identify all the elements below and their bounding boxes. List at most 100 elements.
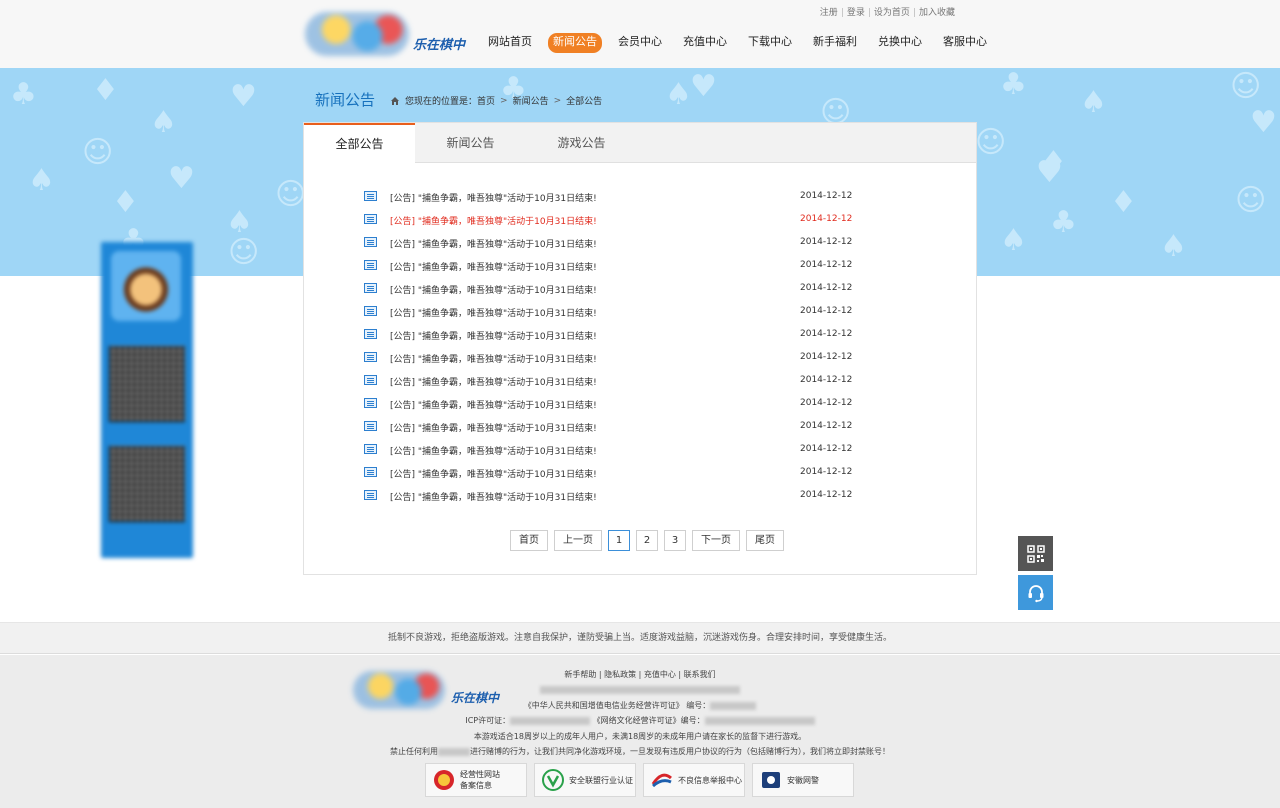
app-avatar: [111, 251, 181, 321]
news-title[interactable]: [公告] "捕鱼争霸，唯吾独尊"活动于10月31日结束!: [390, 467, 597, 480]
smile-icon: ☺: [1230, 69, 1262, 104]
list-item[interactable]: [公告] "捕鱼争霸，唯吾独尊"活动于10月31日结束! 2014-12-12: [364, 187, 864, 210]
news-list: [公告] "捕鱼争霸，唯吾独尊"活动于10月31日结束! 2014-12-12 […: [364, 187, 864, 509]
set-homepage-link[interactable]: 设为首页: [874, 8, 910, 18]
list-item[interactable]: [公告] "捕鱼争霸，唯吾独尊"活动于10月31日结束! 2014-12-12: [364, 302, 864, 325]
news-title[interactable]: [公告] "捕鱼争霸，唯吾独尊"活动于10月31日结束!: [390, 283, 597, 296]
prev-page-button[interactable]: 上一页: [554, 530, 602, 551]
register-link[interactable]: 注册: [820, 8, 838, 18]
smile-icon: ☺: [228, 235, 260, 270]
document-icon: [364, 191, 377, 201]
document-icon: [364, 260, 377, 270]
qr-code-icon: [1026, 544, 1045, 563]
tab-all-announcements[interactable]: 全部公告: [304, 123, 415, 164]
tab-news-announcements[interactable]: 新闻公告: [415, 123, 526, 163]
news-title[interactable]: [公告] "捕鱼争霸，唯吾独尊"活动于10月31日结束!: [390, 260, 597, 273]
list-item[interactable]: [公告] "捕鱼争霸，唯吾独尊"活动于10月31日结束! 2014-12-12: [364, 348, 864, 371]
spade-icon: ♠: [1080, 85, 1107, 120]
document-icon: [364, 283, 377, 293]
list-item[interactable]: [公告] "捕鱼争霸，唯吾独尊"活动于10月31日结束! 2014-12-12: [364, 279, 864, 302]
first-page-button[interactable]: 首页: [510, 530, 548, 551]
badge-security-alliance[interactable]: 安全联盟行业认证: [534, 763, 636, 797]
badge-report-center[interactable]: 不良信息举报中心: [643, 763, 745, 797]
news-date: 2014-12-12: [800, 444, 853, 454]
badge-site-record[interactable]: 经营性网站 备案信息: [425, 763, 527, 797]
recharge-link[interactable]: 充值中心: [644, 670, 676, 679]
breadcrumb-home[interactable]: 首页: [477, 94, 495, 107]
last-page-button[interactable]: 尾页: [746, 530, 784, 551]
news-title[interactable]: [公告] "捕鱼争霸，唯吾独尊"活动于10月31日结束!: [390, 398, 597, 411]
site-logo[interactable]: 乐在棋中: [305, 8, 480, 60]
news-title[interactable]: [公告] "捕鱼争霸，唯吾独尊"活动于10月31日结束!: [390, 214, 597, 227]
diamond-icon: ♦: [92, 73, 119, 108]
nav-recharge[interactable]: 充值中心: [678, 33, 732, 53]
tab-game-announcements[interactable]: 游戏公告: [526, 123, 637, 163]
news-title[interactable]: [公告] "捕鱼争霸，唯吾独尊"活动于10月31日结束!: [390, 490, 597, 503]
floating-qr-button[interactable]: [1018, 536, 1053, 571]
news-date: 2014-12-12: [800, 467, 853, 477]
news-title[interactable]: [公告] "捕鱼争霸，唯吾独尊"活动于10月31日结束!: [390, 421, 597, 434]
nav-download[interactable]: 下载中心: [743, 33, 797, 53]
list-item[interactable]: [公告] "捕鱼争霸，唯吾独尊"活动于10月31日结束! 2014-12-12: [364, 463, 864, 486]
list-item[interactable]: [公告] "捕鱼争霸，唯吾独尊"活动于10月31日结束! 2014-12-12: [364, 210, 864, 233]
page-1-button[interactable]: 1: [608, 530, 630, 551]
nav-news[interactable]: 新闻公告: [548, 33, 602, 53]
page-2-button[interactable]: 2: [636, 530, 658, 551]
nav-home[interactable]: 网站首页: [483, 33, 537, 53]
footer-gambling-notice: 禁止任何利用 进行赌博的行为，让我们共同净化游戏环境，一旦发现有违反用户协议的行为…: [390, 747, 890, 756]
chevron-right-icon: >: [553, 95, 562, 106]
report-center-icon: [651, 773, 672, 788]
heart-icon: ♥: [1250, 105, 1277, 140]
list-item[interactable]: [公告] "捕鱼争霸，唯吾独尊"活动于10月31日结束! 2014-12-12: [364, 371, 864, 394]
list-item[interactable]: [公告] "捕鱼争霸，唯吾独尊"活动于10月31日结束! 2014-12-12: [364, 417, 864, 440]
news-title[interactable]: [公告] "捕鱼争霸，唯吾独尊"活动于10月31日结束!: [390, 306, 597, 319]
news-title[interactable]: [公告] "捕鱼争霸，唯吾独尊"活动于10月31日结束!: [390, 352, 597, 365]
news-date: 2014-12-12: [800, 260, 853, 270]
news-title[interactable]: [公告] "捕鱼争霸，唯吾独尊"活动于10月31日结束!: [390, 329, 597, 342]
page-3-button[interactable]: 3: [664, 530, 686, 551]
document-icon: [364, 237, 377, 247]
certification-badges: 经营性网站 备案信息 安全联盟行业认证 不良信息举报中心 安徽网警: [425, 763, 861, 797]
smile-icon: ☺: [275, 177, 307, 212]
news-date: 2014-12-12: [800, 306, 853, 316]
next-page-button[interactable]: 下一页: [692, 530, 740, 551]
breadcrumb: 您现在的位置是： 首页 > 新闻公告 > 全部公告: [390, 94, 602, 107]
document-icon: [364, 467, 377, 477]
add-favorite-link[interactable]: 加入收藏: [919, 8, 955, 18]
news-title[interactable]: [公告] "捕鱼争霸，唯吾独尊"活动于10月31日结束!: [390, 375, 597, 388]
contact-link[interactable]: 联系我们: [684, 670, 716, 679]
list-item[interactable]: [公告] "捕鱼争霸，唯吾独尊"活动于10月31日结束! 2014-12-12: [364, 486, 864, 509]
list-item[interactable]: [公告] "捕鱼争霸，唯吾独尊"活动于10月31日结束! 2014-12-12: [364, 256, 864, 279]
nav-service[interactable]: 客服中心: [938, 33, 992, 53]
news-date: 2014-12-12: [800, 490, 853, 500]
logo-graphic: [305, 12, 409, 56]
footer-age-notice: 本游戏适合18周岁以上的成年人用户，未满18周岁的未成年用户请在家长的监督下进行…: [473, 732, 807, 741]
help-link[interactable]: 新手帮助: [564, 670, 596, 679]
footer-telecom-license: 《中华人民共和国增值电信业务经营许可证》 编号：: [0, 700, 1280, 711]
news-title[interactable]: [公告] "捕鱼争霸，唯吾独尊"活动于10月31日结束!: [390, 444, 597, 457]
chevron-right-icon: >: [500, 95, 508, 106]
login-link[interactable]: 登录: [847, 8, 865, 18]
spade-icon: ♠: [1000, 223, 1027, 258]
nav-member[interactable]: 会员中心: [613, 33, 667, 53]
news-date: 2014-12-12: [800, 352, 853, 362]
verified-v-icon: [542, 769, 564, 791]
nav-exchange[interactable]: 兑换中心: [873, 33, 927, 53]
floating-customer-service-button[interactable]: [1018, 575, 1053, 610]
list-item[interactable]: [公告] "捕鱼争霸，唯吾独尊"活动于10月31日结束! 2014-12-12: [364, 394, 864, 417]
news-title[interactable]: [公告] "捕鱼争霸，唯吾独尊"活动于10月31日结束!: [390, 191, 597, 204]
news-title[interactable]: [公告] "捕鱼争霸，唯吾独尊"活动于10月31日结束!: [390, 237, 597, 250]
list-item[interactable]: [公告] "捕鱼争霸，唯吾独尊"活动于10月31日结束! 2014-12-12: [364, 325, 864, 348]
privacy-link[interactable]: 隐私政策: [604, 670, 636, 679]
health-notice: 抵制不良游戏，拒绝盗版游戏。注意自我保护，谨防受骗上当。适度游戏益脑，沉迷游戏伤…: [0, 622, 1280, 654]
news-date: 2014-12-12: [800, 214, 853, 224]
nav-welfare[interactable]: 新手福利: [808, 33, 862, 53]
list-item[interactable]: [公告] "捕鱼争霸，唯吾独尊"活动于10月31日结束! 2014-12-12: [364, 440, 864, 463]
list-item[interactable]: [公告] "捕鱼争霸，唯吾独尊"活动于10月31日结束! 2014-12-12: [364, 233, 864, 256]
club-icon: ♣: [1050, 205, 1077, 240]
badge-police[interactable]: 安徽网警: [752, 763, 854, 797]
breadcrumb-news[interactable]: 新闻公告: [513, 94, 549, 107]
document-icon: [364, 306, 377, 316]
spade-icon: ♠: [150, 105, 177, 140]
document-icon: [364, 444, 377, 454]
